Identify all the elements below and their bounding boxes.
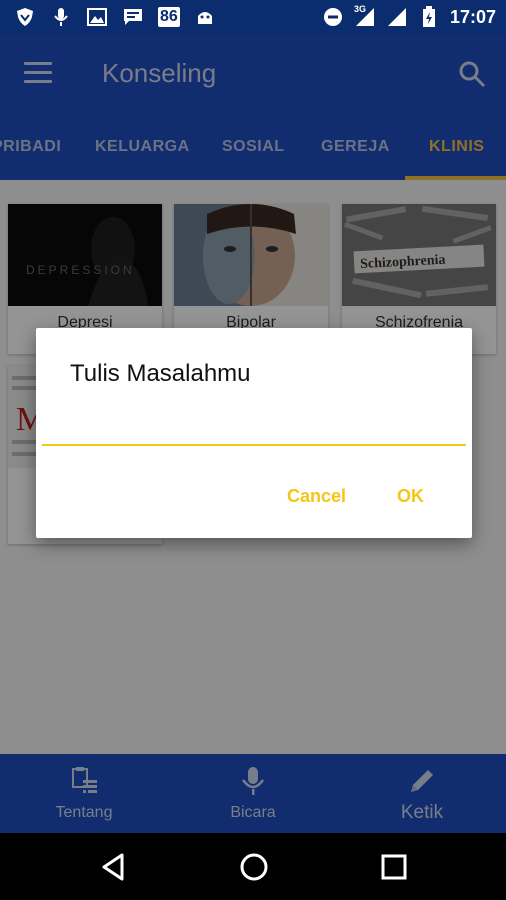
image-icon	[86, 6, 108, 28]
cancel-button[interactable]: Cancel	[287, 486, 346, 507]
back-icon[interactable]	[98, 851, 130, 883]
home-icon[interactable]	[238, 851, 270, 883]
network-type-label: 3G	[353, 4, 366, 14]
mic-icon	[50, 6, 72, 28]
system-navigation-bar	[0, 833, 506, 900]
signal-3g-icon: 3G	[353, 4, 376, 28]
problem-dialog: Tulis Masalahmu Cancel OK	[36, 328, 472, 538]
recents-icon[interactable]	[378, 851, 410, 883]
signal-icon	[386, 6, 408, 28]
dialog-title: Tulis Masalahmu	[70, 360, 251, 387]
battery-icon	[418, 6, 440, 28]
chat-icon	[122, 6, 144, 28]
android-icon	[194, 6, 216, 28]
problem-input[interactable]	[42, 408, 466, 446]
dnd-icon	[322, 6, 344, 28]
clock-time: 17:07	[449, 6, 496, 27]
shield-icon	[14, 6, 36, 28]
status-bar: 86 3G 17:07	[0, 0, 506, 34]
ok-button[interactable]: OK	[397, 486, 424, 507]
notification-count-badge: 86	[158, 7, 180, 27]
